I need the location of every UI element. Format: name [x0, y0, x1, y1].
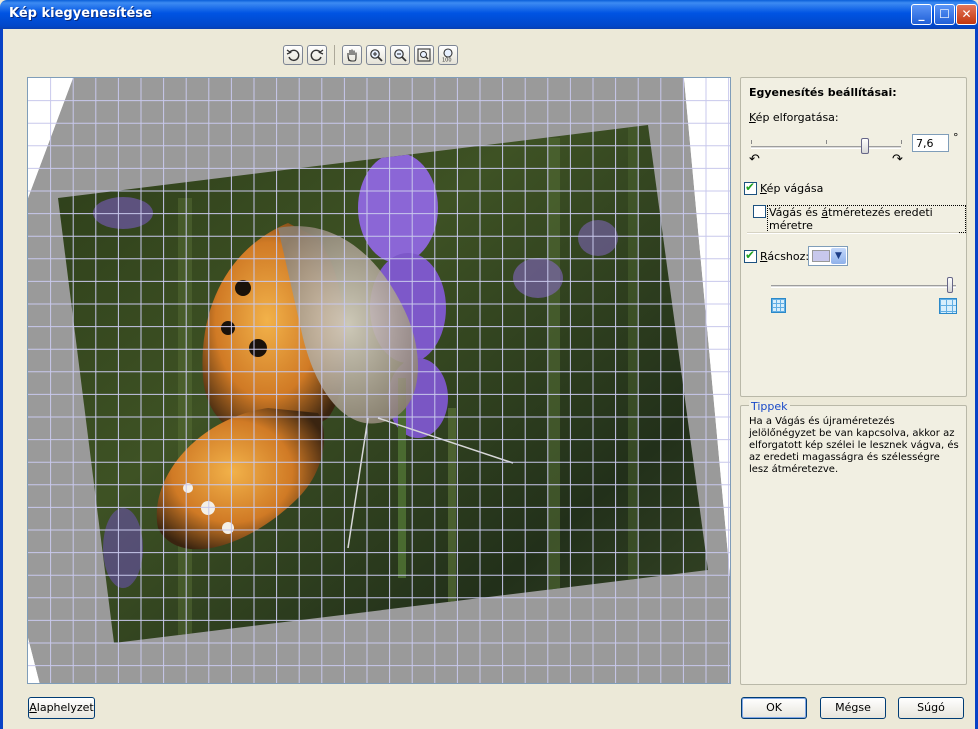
- maximize-button[interactable]: ☐: [934, 4, 955, 25]
- resize-label[interactable]: Vágás és átméretezés eredeti méretre: [767, 205, 966, 233]
- maximize-icon: ☐: [939, 7, 950, 21]
- image-toolbar: 100: [283, 45, 458, 67]
- toolbar-separator: [334, 45, 335, 65]
- large-grid-icon: [939, 298, 957, 314]
- reset-button-label: laphelyzet: [36, 701, 94, 714]
- grid-color-dropdown[interactable]: ▼: [808, 246, 848, 266]
- grid-size-slider-thumb[interactable]: [947, 277, 953, 293]
- zoom-100-icon: 100: [442, 48, 453, 63]
- tips-panel: Tippek Ha a Vágás és újraméretezés jelöl…: [740, 400, 967, 685]
- zoom-fit-icon: [417, 48, 431, 62]
- close-icon: ✕: [961, 7, 972, 21]
- grid-color-swatch: [812, 250, 830, 262]
- rotate-right-button[interactable]: [307, 45, 327, 65]
- degree-unit: °: [953, 131, 959, 144]
- rotation-slider-tick: [826, 140, 827, 144]
- resize-checkbox[interactable]: [753, 205, 766, 218]
- grid-label-text: ácshoz:: [767, 250, 810, 263]
- image-preview-svg: [28, 78, 730, 683]
- grid-size-slider-track[interactable]: [771, 285, 956, 288]
- rotate-right-icon: [310, 49, 324, 62]
- settings-panel: Egyenesítés beállításai: Kép elforgatása…: [740, 77, 967, 397]
- zoom-in-button[interactable]: [366, 45, 386, 65]
- ok-button[interactable]: OK: [741, 697, 807, 719]
- settings-heading: Egyenesítés beállításai:: [749, 86, 897, 99]
- crop-label-text: ép vágása: [766, 182, 824, 195]
- window-title: Kép kiegyenesítése: [9, 6, 152, 21]
- grid-label[interactable]: Rácshoz:: [760, 250, 809, 263]
- cancel-button[interactable]: Mégse: [820, 697, 886, 719]
- crop-checkbox[interactable]: [744, 180, 757, 195]
- crop-label-accesskey: K: [760, 182, 767, 195]
- pan-button[interactable]: [342, 45, 362, 65]
- rotate-ccw-icon[interactable]: ↶: [749, 152, 760, 167]
- rotation-slider-thumb[interactable]: [861, 138, 869, 154]
- resize-label-part-a: Vágás és: [769, 206, 822, 219]
- rotation-label-text: ép elforgatása:: [755, 111, 839, 124]
- svg-text:100: 100: [442, 58, 452, 63]
- reset-button[interactable]: Alaphelyzet: [28, 697, 95, 719]
- zoom-fit-button[interactable]: [414, 45, 434, 65]
- close-button[interactable]: ✕: [956, 4, 977, 25]
- rotation-slider-tick: [901, 140, 902, 144]
- rotation-label: Kép elforgatása:: [749, 111, 839, 124]
- grid-checkbox[interactable]: [744, 248, 757, 263]
- rotation-value-input[interactable]: 7,6: [912, 134, 949, 152]
- zoom-100-button[interactable]: 100: [438, 45, 458, 65]
- zoom-out-button[interactable]: [390, 45, 410, 65]
- image-preview-canvas[interactable]: [27, 77, 731, 684]
- crop-label[interactable]: Kép vágása: [760, 182, 823, 195]
- rotate-left-icon: [286, 49, 300, 62]
- window-frame-left: [0, 29, 3, 729]
- minimize-icon: _: [918, 7, 925, 21]
- title-bar: Kép kiegyenesítése _ ☐ ✕: [0, 0, 978, 29]
- settings-divider: [747, 232, 959, 234]
- rotate-left-button[interactable]: [283, 45, 303, 65]
- zoom-in-icon: [370, 49, 383, 62]
- help-button[interactable]: Súgó: [898, 697, 964, 719]
- rotation-slider-track[interactable]: [751, 146, 901, 149]
- minimize-button[interactable]: _: [911, 4, 932, 25]
- rotate-cw-icon[interactable]: ↷: [892, 152, 903, 167]
- tips-title: Tippek: [749, 400, 790, 413]
- rotation-label-accesskey: K: [749, 111, 756, 124]
- reset-button-accesskey: A: [29, 701, 37, 714]
- tips-text: Ha a Vágás és újraméretezés jelölőnégyze…: [749, 416, 959, 475]
- rotation-slider-tick: [751, 140, 752, 144]
- hand-pan-icon: [347, 49, 357, 62]
- zoom-out-icon: [394, 49, 407, 62]
- chevron-down-icon: ▼: [831, 248, 846, 264]
- small-grid-icon: [771, 298, 786, 313]
